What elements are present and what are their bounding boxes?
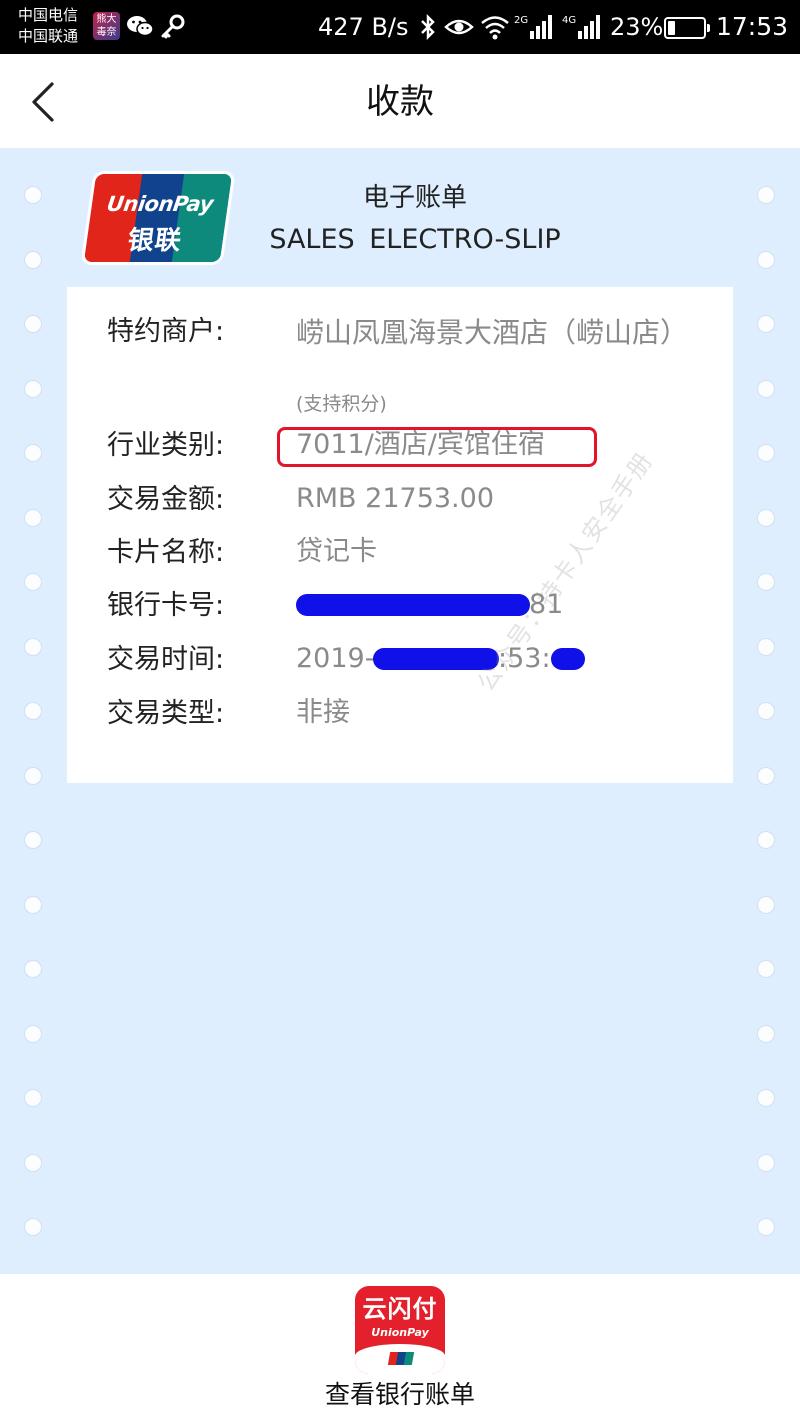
amount-label: 交易金额: (107, 484, 225, 515)
perforation-hole (24, 766, 42, 785)
perforation-hole (757, 573, 775, 591)
eye-icon (444, 19, 474, 35)
slip-title-cn: 电子账单 (362, 183, 467, 213)
card-number-redaction (296, 594, 530, 616)
receipt-slip: UnionPay 银联 电子账单 SALES ELECTRO-SLIP 特约商户… (0, 148, 800, 1274)
industry-label: 行业类别: (107, 430, 225, 461)
perforation-hole (24, 1089, 42, 1107)
perforation-hole (24, 186, 42, 204)
perforation-hole (757, 379, 775, 398)
perforation-hole (24, 1218, 42, 1236)
signal-4g-icon: 4G (562, 15, 600, 39)
perforation-hole (757, 766, 775, 785)
card-number-label: 银行卡号: (107, 590, 225, 621)
perforation-hole (24, 1024, 42, 1043)
perforation-hole (757, 1153, 775, 1172)
perforation-hole (24, 637, 42, 656)
perforation-hole (24, 444, 42, 462)
perforation-hole (757, 1218, 775, 1236)
signal-2g-icon: 2G (514, 15, 552, 39)
perforation-hole (757, 1024, 775, 1043)
network-speed: 427 B/s (318, 13, 409, 41)
perforation-hole (24, 1153, 42, 1172)
carrier-2: 中国联通 (18, 27, 79, 45)
view-bank-bill-link[interactable]: 查看银行账单 (0, 1379, 800, 1411)
nav-header: 收款 (0, 54, 800, 148)
yunshanfu-app-icon[interactable]: 云闪付 UnionPay (355, 1286, 445, 1374)
svg-text:2G: 2G (514, 15, 528, 26)
bottom-bar: 云闪付 UnionPay 查看银行账单 (0, 1274, 800, 1422)
highlight-annotation (277, 427, 597, 467)
svg-text:4G: 4G (562, 15, 576, 26)
perforation-hole (757, 315, 775, 333)
perforation-hole (757, 444, 775, 462)
carrier-names: 中国电信 中国联通 (18, 5, 78, 47)
perforation-hole (757, 702, 775, 720)
perforation-hole (757, 508, 775, 527)
perforation-hole (757, 895, 775, 914)
slip-title-en: SALES ELECTRO-SLIP (269, 224, 561, 255)
perforation-hole (757, 186, 775, 204)
perforation-hole (757, 960, 775, 978)
bluetooth-icon (421, 13, 435, 41)
perforation-hole (24, 702, 42, 720)
perforation-hole (757, 831, 775, 849)
wechat-icon (127, 16, 154, 37)
clock: 17:53 (716, 12, 789, 41)
perforation-hole (757, 637, 775, 656)
perforation-right (747, 148, 787, 1274)
perforation-hole (24, 831, 42, 849)
merchant-note: (支持积分) (296, 393, 387, 415)
perforation-hole (24, 573, 42, 591)
unionpay-flag-icon (387, 1352, 415, 1365)
merchant-value: 崂山凤凰海景大酒店（崂山店） (296, 316, 689, 349)
perforation-hole (24, 508, 42, 527)
amount-value: RMB 21753.00 (296, 483, 494, 514)
perforation-hole (24, 960, 42, 978)
notification-app-icon: 熊大 毒奈 (93, 12, 120, 40)
time-label: 交易时间: (107, 644, 225, 675)
carrier-1: 中国电信 (18, 6, 79, 24)
wifi-icon (481, 16, 509, 40)
perforation-hole (757, 1089, 775, 1107)
perforation-hole (24, 379, 42, 398)
perforation-hole (757, 250, 775, 269)
unionpay-logo: UnionPay 银联 (83, 174, 233, 262)
type-value: 非接 (296, 697, 350, 728)
card-name-value: 贷记卡 (296, 536, 377, 567)
battery-percentage: 23% (610, 13, 664, 41)
time-redaction-2 (551, 648, 585, 670)
status-bar: 中国电信 中国联通 熊大 毒奈 427 B/s 2G 4G 23% 17:53 (0, 0, 800, 54)
perforation-hole (24, 250, 42, 269)
card-name-label: 卡片名称: (107, 537, 225, 568)
page-title: 收款 (366, 82, 434, 122)
transaction-details-card: 特约商户: 崂山凤凰海景大酒店（崂山店） (支持积分) 行业类别: 7011/酒… (67, 287, 733, 783)
merchant-label: 特约商户: (107, 316, 225, 347)
battery-icon (664, 17, 710, 39)
perforation-hole (24, 315, 42, 333)
perforation-left (14, 148, 54, 1274)
type-label: 交易类型: (107, 698, 225, 729)
perforation-hole (24, 895, 42, 914)
time-prefix: 2019- (296, 643, 375, 674)
key-icon (161, 14, 185, 39)
